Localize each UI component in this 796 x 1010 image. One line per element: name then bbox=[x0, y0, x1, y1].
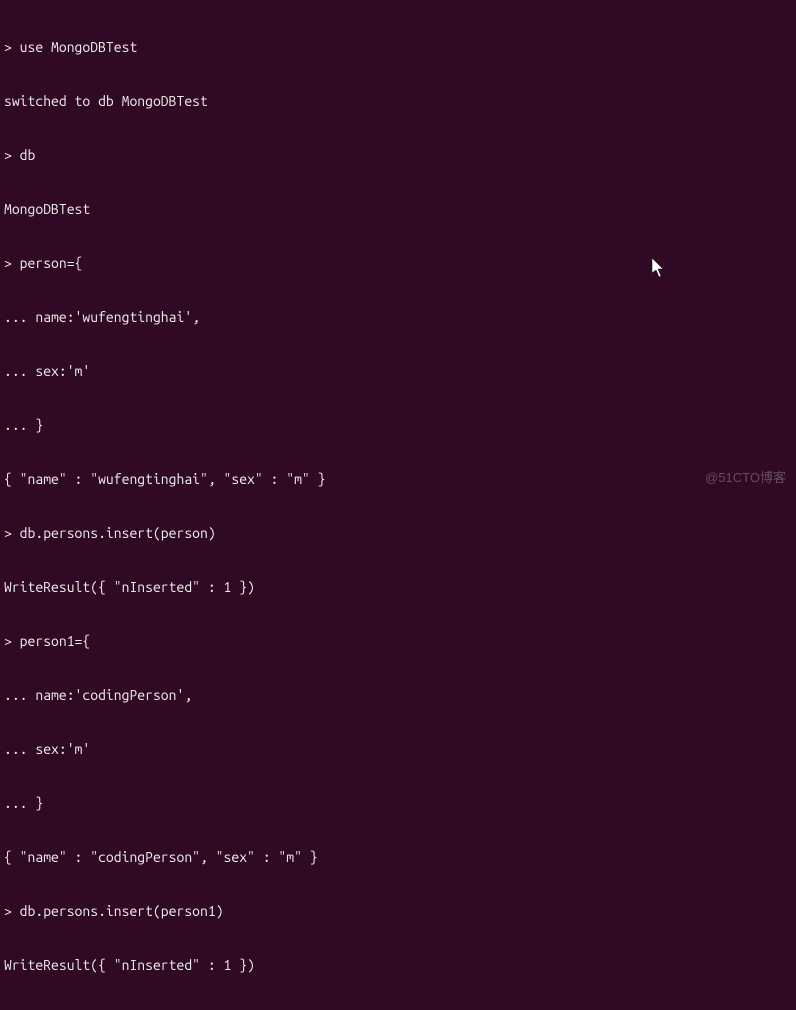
terminal-line: WriteResult({ "nInserted" : 1 }) bbox=[4, 956, 792, 974]
watermark-text: @51CTO博客 bbox=[705, 469, 786, 487]
terminal-line: ... } bbox=[4, 416, 792, 434]
terminal-line: > db.persons.insert(person1) bbox=[4, 902, 792, 920]
terminal-line: > db.persons.insert(person) bbox=[4, 524, 792, 542]
terminal-line: > use MongoDBTest bbox=[4, 38, 792, 56]
terminal-line: ... sex:'m' bbox=[4, 740, 792, 758]
terminal-line: { "name" : "codingPerson", "sex" : "m" } bbox=[4, 848, 792, 866]
terminal-line: ... sex:'m' bbox=[4, 362, 792, 380]
terminal-line: MongoDBTest bbox=[4, 200, 792, 218]
terminal-line: > person1={ bbox=[4, 632, 792, 650]
terminal-line: > db bbox=[4, 146, 792, 164]
terminal-line: > person={ bbox=[4, 254, 792, 272]
terminal-line: ... name:'codingPerson', bbox=[4, 686, 792, 704]
terminal-line: WriteResult({ "nInserted" : 1 }) bbox=[4, 578, 792, 596]
terminal-line: ... name:'wufengtinghai', bbox=[4, 308, 792, 326]
terminal-output[interactable]: > use MongoDBTest switched to db MongoDB… bbox=[4, 2, 792, 1010]
terminal-line: switched to db MongoDBTest bbox=[4, 92, 792, 110]
terminal-line: { "name" : "wufengtinghai", "sex" : "m" … bbox=[4, 470, 792, 488]
terminal-line: ... } bbox=[4, 794, 792, 812]
